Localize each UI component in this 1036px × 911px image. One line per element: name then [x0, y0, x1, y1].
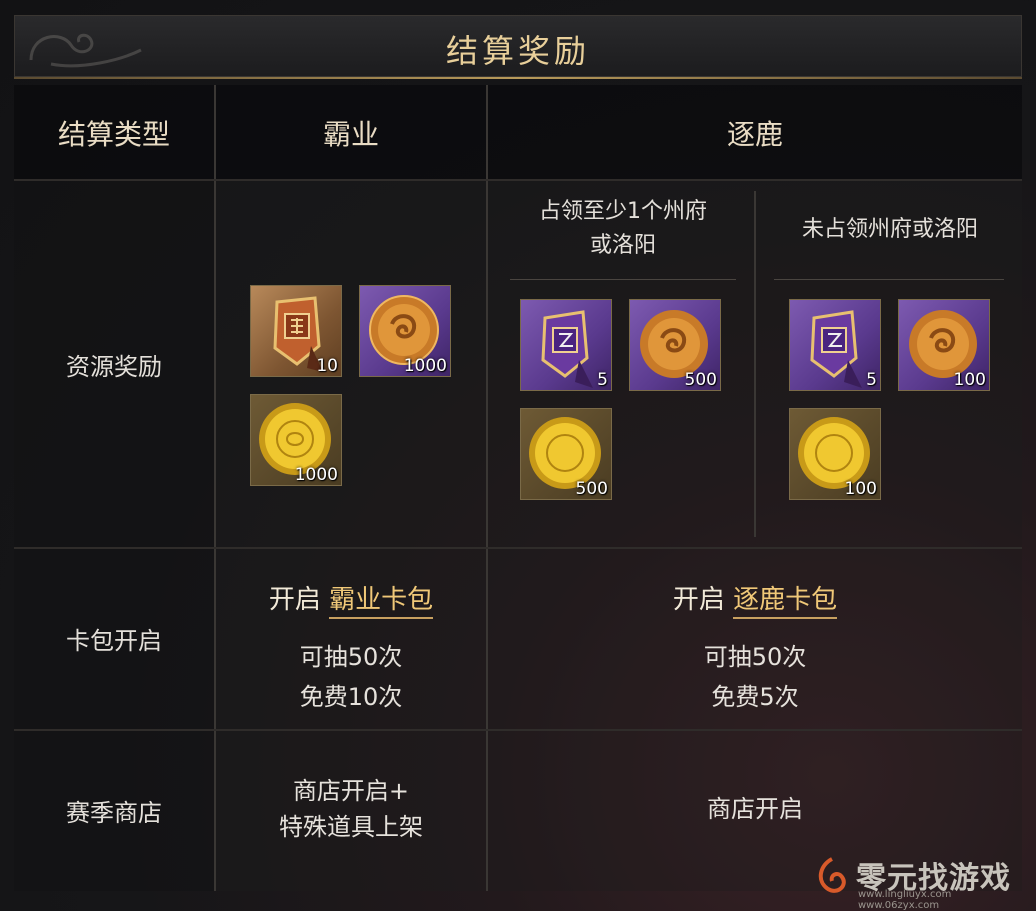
zhulu-pack-open: 开启 逐鹿卡包 [488, 579, 1022, 619]
title-bar: 结算奖励 [14, 15, 1022, 77]
header-zhulu-cell: 逐鹿 [488, 85, 1022, 179]
site-watermark: 零元找游戏 www.lingliuyx.com www.06zyx.com [812, 851, 1022, 911]
sub-column-divider [754, 191, 756, 537]
baye-pack-cell: 开启 霸业卡包 可抽50次 免费10次 [216, 549, 486, 729]
item-quantity: 5 [866, 370, 877, 390]
baye-resource-cell: 10 1000 1000 [216, 181, 486, 547]
column-divider [214, 85, 216, 891]
title-divider [14, 77, 1022, 79]
item-quantity: 500 [575, 479, 608, 499]
baye-shop-line1: 商店开启+ [292, 777, 410, 805]
reward-item[interactable]: 1000 [359, 285, 451, 377]
reward-item[interactable]: 100 [789, 408, 881, 500]
zhulu-pack-free: 免费5次 [711, 683, 799, 711]
swirl-logo-icon [818, 857, 846, 893]
baye-pack-open: 开启 霸业卡包 [216, 579, 486, 619]
column-divider [486, 85, 488, 891]
row-divider [14, 179, 1022, 181]
zhulu-occupy-condition: 占领至少1个州府 或洛阳 [488, 195, 758, 263]
row-label-shop: 赛季商店 [14, 731, 214, 891]
baye-pack-draws: 可抽50次 [299, 643, 403, 671]
row-label-resource: 资源奖励 [14, 181, 214, 547]
item-quantity: 10 [316, 356, 338, 376]
card-pack-label: 卡包开启 [66, 627, 162, 655]
header-type-cell: 结算类型 [14, 85, 214, 179]
pack-open-prefix: 开启 [672, 585, 725, 615]
row-divider [14, 729, 1022, 731]
resource-label: 资源奖励 [66, 353, 162, 381]
watermark-url: www.lingliuyx.com www.06zyx.com [858, 889, 952, 911]
header-zhulu-label: 逐鹿 [726, 118, 783, 151]
baye-shop-cell: 商店开启+ 特殊道具上架 [216, 731, 486, 891]
zhulu-pack-draws: 可抽50次 [703, 643, 807, 671]
reward-item[interactable]: 500 [629, 299, 721, 391]
header-type-label: 结算类型 [57, 118, 170, 151]
reward-item[interactable]: 500 [520, 408, 612, 500]
reward-item[interactable]: 100 [898, 299, 990, 391]
item-quantity: 5 [597, 370, 608, 390]
zhulu-resource-cell: 占领至少1个州府 或洛阳 未占领州府或洛阳 5 500 500 5 100 10… [488, 181, 1022, 547]
shop-label: 赛季商店 [66, 799, 162, 827]
rewards-panel: 结算奖励 结算类型 霸业 逐鹿 资源奖励 10 1000 1000 占领至少1个… [14, 15, 1022, 891]
zhulu-pack-cell: 开启 逐鹿卡包 可抽50次 免费5次 [488, 549, 1022, 729]
zhulu-shop-text: 商店开启 [707, 795, 803, 823]
reward-item[interactable]: 1000 [250, 394, 342, 486]
row-divider [14, 547, 1022, 549]
header-baye-label: 霸业 [322, 118, 379, 151]
zhulu-occupy-line2: 或洛阳 [589, 233, 656, 258]
reward-item[interactable]: 10 [250, 285, 342, 377]
item-quantity: 100 [844, 479, 877, 499]
zhulu-not-occupy-condition: 未占领州府或洛阳 [801, 217, 978, 242]
row-label-card-pack: 卡包开启 [14, 549, 214, 729]
reward-item[interactable]: 5 [789, 299, 881, 391]
item-quantity: 1000 [294, 465, 338, 485]
item-quantity: 1000 [403, 356, 447, 376]
baye-pack-name[interactable]: 霸业卡包 [329, 585, 434, 619]
zhulu-pack-name[interactable]: 逐鹿卡包 [733, 585, 838, 619]
pack-open-prefix: 开启 [268, 585, 321, 615]
reward-item[interactable]: 5 [520, 299, 612, 391]
page-title: 结算奖励 [445, 32, 590, 70]
item-quantity: 500 [684, 370, 717, 390]
zhulu-occupy-line1: 占领至少1个州府 [539, 199, 707, 224]
sub-divider [510, 279, 736, 280]
baye-pack-free: 免费10次 [299, 683, 403, 711]
baye-shop-line2: 特殊道具上架 [279, 813, 423, 841]
sub-divider [774, 279, 1004, 280]
header-baye-cell: 霸业 [216, 85, 486, 179]
item-quantity: 100 [953, 370, 986, 390]
